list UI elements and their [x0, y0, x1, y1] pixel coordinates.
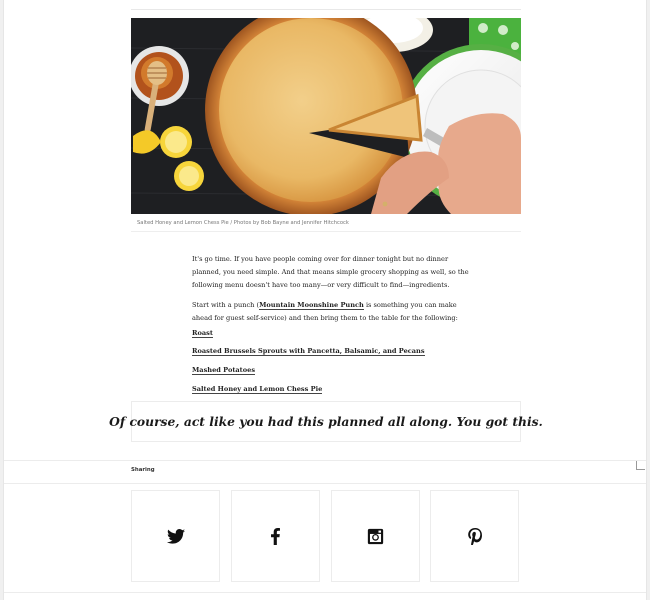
mountain-moonshine-punch-link[interactable]: Mountain Moonshine Punch — [259, 301, 364, 310]
dish-link-brussels-sprouts[interactable]: Roasted Brussels Sprouts with Pancetta, … — [192, 347, 425, 356]
dish-link-chess-pie[interactable]: Salted Honey and Lemon Chess Pie — [192, 385, 323, 394]
dish-item: Roasted Brussels Sprouts with Pancetta, … — [192, 346, 425, 356]
article-page: Salted Honey and Lemon Chess Pie / Photo… — [3, 0, 647, 600]
intro-paragraph: It's go time. If you have people coming … — [192, 255, 469, 289]
dish-item: Salted Honey and Lemon Chess Pie — [192, 384, 323, 394]
facebook-icon — [271, 527, 280, 545]
share-instagram-button[interactable] — [331, 490, 420, 582]
pull-quote: Of course, act like you had this planned… — [109, 401, 543, 442]
article-body: It's go time. If you have people coming … — [192, 253, 472, 394]
footer-divider — [4, 592, 646, 593]
expand-corner-icon[interactable] — [636, 461, 645, 470]
hero-image — [131, 18, 521, 214]
instagram-icon — [367, 528, 384, 544]
pull-quote-text: Of course, act like you had this planned… — [109, 414, 543, 429]
top-divider — [131, 9, 521, 10]
sharing-label: Sharing — [131, 467, 155, 473]
dish-item: Mashed Potatoes — [192, 365, 256, 375]
sharing-bar — [4, 460, 646, 484]
share-pinterest-button[interactable] — [430, 490, 519, 582]
caption-divider — [131, 231, 521, 232]
image-caption: Salted Honey and Lemon Chess Pie / Photo… — [137, 220, 349, 226]
menu-paragraph-text: Start with a punch ( — [192, 301, 260, 309]
dish-item: Roast — [192, 328, 213, 338]
twitter-icon — [166, 528, 185, 544]
menu-paragraph: Start with a punch (Mountain Moonshine P… — [192, 299, 472, 325]
share-facebook-button[interactable] — [231, 490, 320, 582]
share-twitter-button[interactable] — [131, 490, 220, 582]
pinterest-icon — [467, 527, 482, 545]
dish-link-mashed-potatoes[interactable]: Mashed Potatoes — [192, 366, 256, 375]
dish-link-roast[interactable]: Roast — [192, 329, 213, 338]
